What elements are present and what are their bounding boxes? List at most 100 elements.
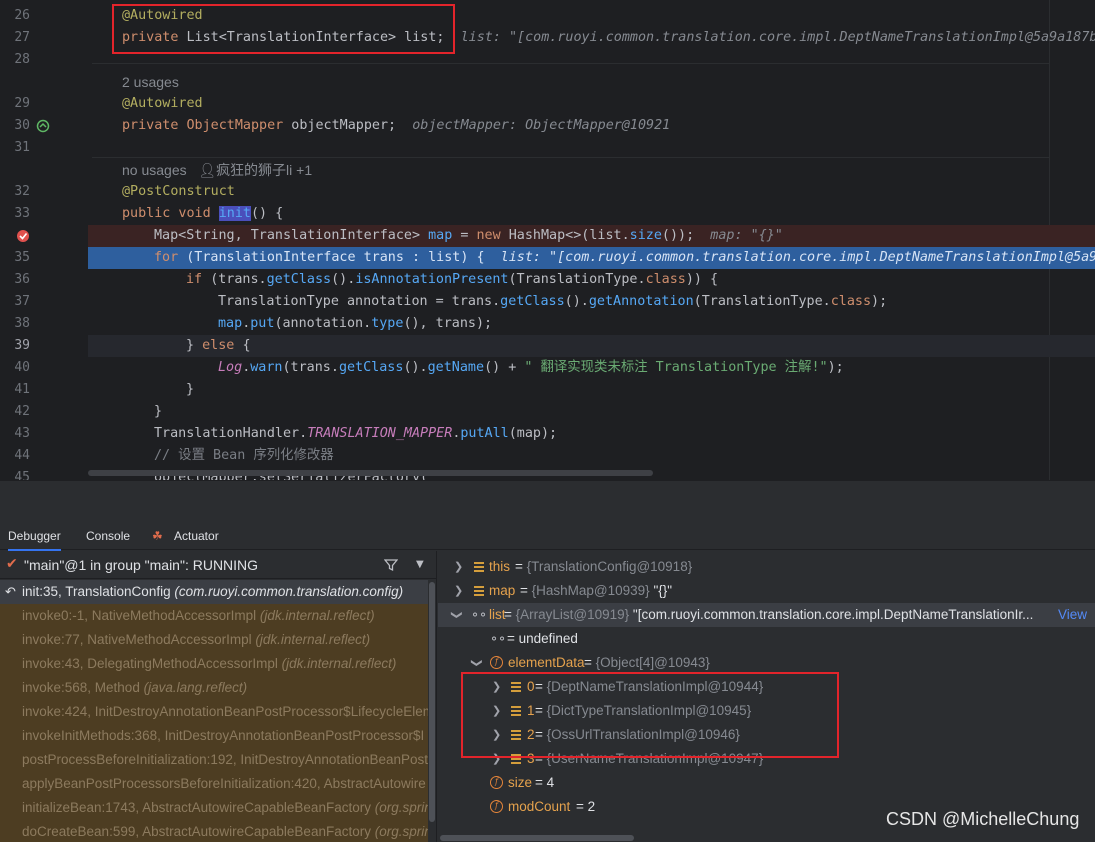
frame-item[interactable]: initializeBean:1743, AbstractAutowireCap… xyxy=(0,796,428,820)
code-token: )) { xyxy=(685,272,719,287)
code-token: private xyxy=(122,118,187,133)
code-token: for xyxy=(154,250,187,265)
line-number: 29 xyxy=(14,96,30,111)
editor-hscrollbar[interactable] xyxy=(88,470,653,476)
frame-item[interactable]: doCreateBean:599, AbstractAutowireCapabl… xyxy=(0,820,428,842)
usages-hint[interactable]: 2 usages xyxy=(122,71,179,93)
code-line-43[interactable]: 43 TranslationHandler.TRANSLATION_MAPPER… xyxy=(0,423,1095,445)
line-number: 37 xyxy=(14,294,30,309)
usages-label: no usages xyxy=(122,162,187,178)
object-icon xyxy=(474,586,484,596)
code-token: (TranslationType. xyxy=(693,294,831,309)
code-token: objectMapper; xyxy=(283,118,397,133)
frame-item[interactable]: invoke:43, DelegatingMethodAccessorImpl … xyxy=(0,652,428,676)
line-number: 28 xyxy=(14,52,30,67)
tab-debugger[interactable]: Debugger xyxy=(8,522,61,551)
var-eq: = xyxy=(576,799,588,814)
frame-item[interactable]: postProcessBeforeInitialization:192, Ini… xyxy=(0,748,428,772)
breakpoint-icon[interactable] xyxy=(16,229,30,243)
var-row-this[interactable]: ❯ this = {TranslationConfig@10918} xyxy=(438,555,1095,579)
tab-console[interactable]: Console xyxy=(86,522,130,550)
frame-class: (com.ruoyi.common.translation.config) xyxy=(174,584,404,599)
frames-scrollbar[interactable] xyxy=(428,580,436,842)
line-number: 31 xyxy=(14,140,30,155)
code-line-40[interactable]: 40 Log.warn(trans.getClass().getName() +… xyxy=(0,357,1095,379)
var-row-undefined[interactable]: ⚬⚬ = undefined xyxy=(438,627,1095,651)
code-token: TranslationHandler. xyxy=(154,426,308,441)
filter-icon[interactable] xyxy=(384,558,398,572)
var-eq: = xyxy=(515,559,527,574)
frame-item[interactable]: invokeInitMethods:368, InitDestroyAnnota… xyxy=(0,724,428,748)
var-row-size[interactable]: f size = 4 xyxy=(438,771,1095,795)
frame-item[interactable]: ↶ init:35, TranslationConfig (com.ruoyi.… xyxy=(0,580,428,604)
code-line-30[interactable]: 30 private ObjectMapper objectMapper; ob… xyxy=(0,115,1095,137)
line-number: 43 xyxy=(14,426,30,441)
annotation-highlight-box xyxy=(112,4,455,54)
tab-actuator[interactable]: Actuator xyxy=(174,522,219,550)
code-line-39[interactable]: 39 } else { xyxy=(0,335,1095,357)
code-token: ()); xyxy=(661,228,695,243)
var-eq: = xyxy=(520,583,532,598)
scrollbar-thumb[interactable] xyxy=(429,582,435,822)
debug-tool-window: Debugger Console ☘ Actuator ✔ "main"@1 i… xyxy=(0,480,1095,842)
debug-tabs: Debugger Console ☘ Actuator xyxy=(0,522,1095,551)
var-value: 2 xyxy=(587,799,596,814)
chevron-down-icon[interactable]: ❯ xyxy=(445,610,469,619)
variables-pane: ❯ this = {TranslationConfig@10918} ❯ map… xyxy=(438,551,1095,842)
code-line-42[interactable]: 42 } xyxy=(0,401,1095,423)
code-token: " 翻译实现类未标注 TranslationType 注解!" xyxy=(524,360,828,375)
thread-selector[interactable]: ✔ "main"@1 in group "main": RUNNING ▼ xyxy=(0,551,436,579)
frame-item[interactable]: invoke:424, InitDestroyAnnotationBeanPos… xyxy=(0,700,428,724)
code-token: (). xyxy=(331,272,356,287)
chevron-right-icon[interactable]: ❯ xyxy=(454,579,463,603)
bean-icon[interactable] xyxy=(36,119,50,133)
frame-item[interactable]: invoke:77, NativeMethodAccessorImpl (jdk… xyxy=(0,628,428,652)
code-token: class xyxy=(645,272,686,287)
line-number: 26 xyxy=(14,8,30,23)
var-eq: = xyxy=(504,607,516,622)
frame-class: (jdk.internal.reflect) xyxy=(255,632,371,647)
vars-hscrollbar[interactable] xyxy=(440,835,634,841)
chevron-right-icon[interactable]: ❯ xyxy=(454,555,463,579)
frame-item[interactable]: applyBeanPostProcessorsBeforeInitializat… xyxy=(0,772,428,796)
code-line-34[interactable]: Map<String, TranslationInterface> map = … xyxy=(0,225,1095,247)
code-line-32[interactable]: 32 @PostConstruct xyxy=(0,181,1095,203)
code-token: public void xyxy=(122,206,219,221)
panel-gap xyxy=(0,480,1095,522)
code-line-35[interactable]: 35 for (TranslationInterface trans : lis… xyxy=(0,247,1095,269)
chevron-down-icon[interactable]: ▼ xyxy=(416,559,424,570)
code-line-33[interactable]: 33 public void init() { xyxy=(0,203,1095,225)
code-token: (). xyxy=(564,294,589,309)
code-line-29[interactable]: 29 @Autowired xyxy=(0,93,1095,115)
line-number: 44 xyxy=(14,448,30,463)
code-token: getClass xyxy=(266,272,332,287)
code-token: Log xyxy=(218,360,243,375)
view-link[interactable]: View xyxy=(1058,603,1087,627)
frame-item[interactable]: invoke0:-1, NativeMethodAccessorImpl (jd… xyxy=(0,604,428,628)
var-row-map[interactable]: ❯ map = {HashMap@10939} "{}" xyxy=(438,579,1095,603)
code-editor[interactable]: 26 @Autowired 27 private List<Translatio… xyxy=(0,0,1095,480)
actuator-icon: ☘ xyxy=(152,529,163,543)
line-number: 42 xyxy=(14,404,30,419)
usages-hint[interactable]: no usages 👤︎疯狂的狮子li +1 xyxy=(122,159,312,181)
code-token: ObjectMapper xyxy=(186,118,284,133)
code-token: map xyxy=(218,316,243,331)
chevron-down-icon[interactable]: ❯ xyxy=(465,658,489,667)
code-line-41[interactable]: 41 } xyxy=(0,379,1095,401)
line-number: 30 xyxy=(14,118,30,133)
inline-debug-value: map: "{}" xyxy=(710,228,783,243)
code-line-37[interactable]: 37 TranslationType annotation = trans.ge… xyxy=(0,291,1095,313)
frame-method: invoke:77, NativeMethodAccessorImpl xyxy=(22,632,256,647)
var-type: {Object[4]@10943} xyxy=(595,655,710,670)
frame-method: invokeInitMethods:368, InitDestroyAnnota… xyxy=(22,728,425,743)
code-token: isAnnotationPresent xyxy=(355,272,509,287)
var-row-list[interactable]: ❯ ⚬⚬ list = {ArrayList@10919} "[com.ruoy… xyxy=(438,603,1095,627)
code-line-44[interactable]: 44 // 设置 Bean 序列化修改器 xyxy=(0,445,1095,467)
code-line-31[interactable]: 31 xyxy=(0,137,1095,159)
field-icon: f xyxy=(490,800,503,813)
code-token: warn xyxy=(250,360,283,375)
frame-item[interactable]: invoke:568, Method (java.lang.reflect) xyxy=(0,676,428,700)
code-line-36[interactable]: 36 if (trans.getClass().isAnnotationPres… xyxy=(0,269,1095,291)
var-name: size xyxy=(508,775,533,790)
code-line-38[interactable]: 38 map.put(annotation.type(), trans); xyxy=(0,313,1095,335)
